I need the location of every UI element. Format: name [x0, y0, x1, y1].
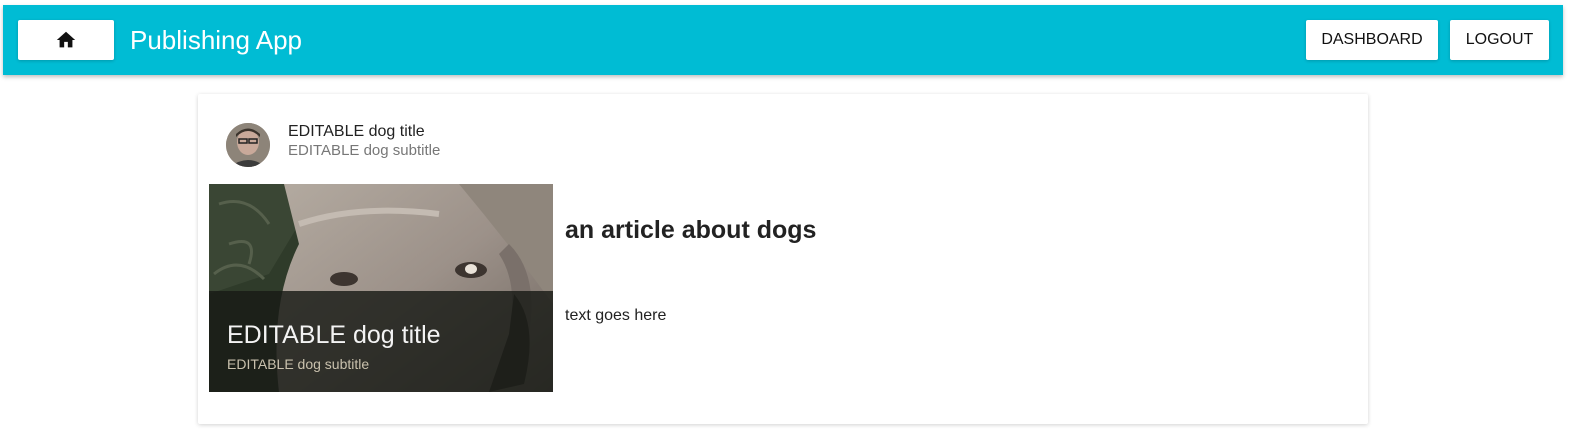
app-bar: Publishing App DASHBOARD LOGOUT	[3, 5, 1563, 75]
card-header-subtitle: EDITABLE dog subtitle	[288, 142, 441, 159]
app-title: Publishing App	[130, 25, 303, 55]
card-header-title: EDITABLE dog title	[288, 123, 425, 140]
home-button[interactable]	[18, 20, 114, 60]
avatar	[226, 123, 270, 167]
article-card: EDITABLE dog title EDITABLE dog subtitle	[198, 94, 1368, 424]
home-icon	[55, 29, 77, 51]
media-overlay-title: EDITABLE dog title	[227, 321, 441, 349]
dashboard-button[interactable]: DASHBOARD	[1306, 20, 1438, 60]
media-overlay: EDITABLE dog title EDITABLE dog subtitle	[209, 291, 553, 392]
avatar-image	[226, 123, 270, 167]
article-heading: an article about dogs	[565, 216, 817, 244]
article-body: text goes here	[565, 307, 667, 324]
media-overlay-subtitle: EDITABLE dog subtitle	[227, 356, 370, 372]
card-media: EDITABLE dog title EDITABLE dog subtitle	[209, 184, 553, 392]
logout-button[interactable]: LOGOUT	[1450, 20, 1549, 60]
